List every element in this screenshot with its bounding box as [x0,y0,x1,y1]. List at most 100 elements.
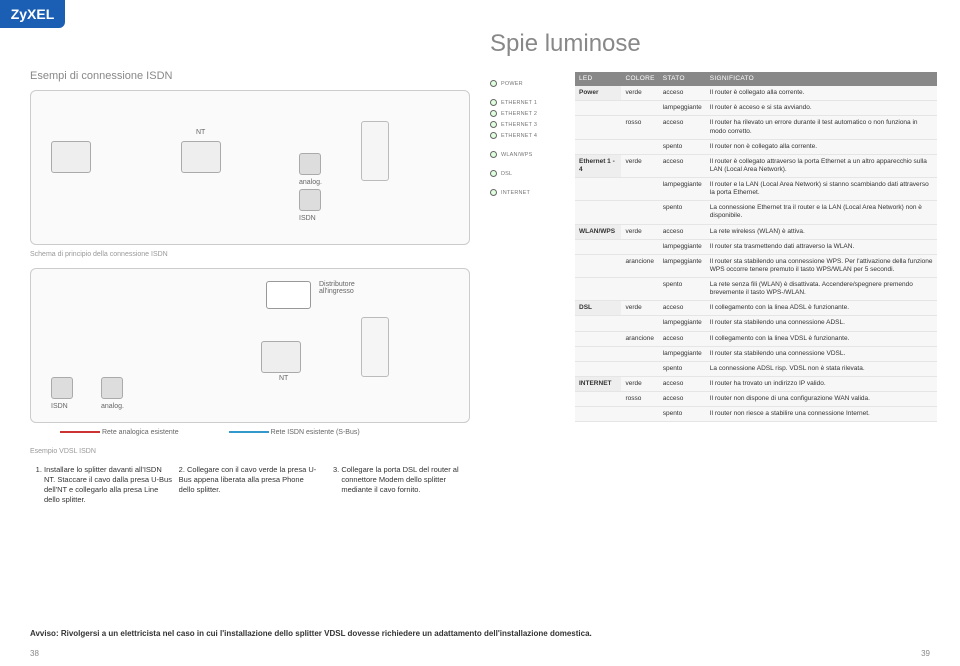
phone-isdn-icon-2 [51,377,73,399]
cell-stato: lampeggiante [659,239,706,254]
router-icon [361,121,389,181]
brand-logo: ZyXEL [0,0,65,28]
cell-led: INTERNET [575,376,621,391]
cell-colore [621,346,658,361]
th-led: LED [575,72,621,86]
step-1: Installare lo splitter davanti all'ISDN … [44,465,173,506]
splitter-icon [266,281,311,309]
diagram-caption-1: Schema di principio della connessione IS… [30,251,470,258]
cell-significato: Il router è collegato attraverso la port… [706,154,937,177]
table-row: Ethernet 1 - 4verdeaccesoIl router è col… [575,154,937,177]
legend-isdn: Rete ISDN esistente (S-Bus) [229,429,360,436]
cell-colore [621,361,658,376]
table-row: rossoaccesoIl router ha rilevato un erro… [575,116,937,139]
cell-stato: spento [659,361,706,376]
led-dot-icon [490,132,497,139]
table-row: spentoLa connessione Ethernet tra il rou… [575,201,937,224]
table-row: DSLverdeaccesoIl collegamento con la lin… [575,301,937,316]
led-eth4: ETHERNET 4 [490,132,568,139]
cell-stato: acceso [659,86,706,101]
cell-led: DSL [575,301,621,316]
cell-significato: Il router e la LAN (Local Area Network) … [706,178,937,201]
table-row: lampeggianteIl router sta trasmettendo d… [575,239,937,254]
cell-led [575,361,621,376]
led-power-label: POWER [501,81,523,87]
legend-analog: Rete analogica esistente [60,429,179,436]
cell-colore: rosso [621,116,658,139]
legend-isdn-text: Rete ISDN esistente (S-Bus) [271,429,360,436]
cell-significato: La connessione ADSL risp. VDSL non è sta… [706,361,937,376]
cell-led [575,116,621,139]
led-table: LED COLORE STATO SIGNIFICATO Powerverdea… [575,72,937,422]
cell-colore: rosso [621,392,658,407]
cell-colore: verde [621,301,658,316]
cell-significato: La connessione Ethernet tra il router e … [706,201,937,224]
cell-significato: Il router non riesce a stabilire una con… [706,407,937,422]
table-head: LED COLORE STATO SIGNIFICATO [575,72,937,86]
cell-significato: Il router è acceso e si sta avviando. [706,101,937,116]
cell-led [575,101,621,116]
th-colore: COLORE [621,72,658,86]
cell-led [575,254,621,277]
nt-label-2: NT [279,375,288,382]
cell-colore [621,101,658,116]
step-2: Collegare con il cavo verde la presa U-B… [179,465,317,494]
cell-led [575,278,621,301]
table-row: WLAN/WPSverdeaccesoLa rete wireless (WLA… [575,224,937,239]
th-significato: SIGNIFICATO [706,72,937,86]
cell-colore [621,239,658,254]
cell-significato: Il router sta trasmettendo dati attraver… [706,239,937,254]
cell-significato: Il collegamento con la linea VDSL è funz… [706,331,937,346]
diagram-isdn-schema: NT analog. ISDN [30,90,470,245]
led-dot-icon [490,151,497,158]
table-row: spentoLa connessione ADSL risp. VDSL non… [575,361,937,376]
cell-significato: Il collegamento con la linea ADSL è funz… [706,301,937,316]
table-row: rossoaccesoIl router non dispone di una … [575,392,937,407]
cell-significato: Il router sta stabilendo una connessione… [706,254,937,277]
cell-led [575,407,621,422]
cell-colore: verde [621,154,658,177]
nt-device-icon [51,141,91,173]
table-row: lampeggianteIl router sta stabilendo una… [575,346,937,361]
cell-colore [621,407,658,422]
cell-colore [621,278,658,301]
legend: Rete analogica esistente Rete ISDN esist… [60,429,470,436]
phone-isdn-icon [299,189,321,211]
cell-colore: verde [621,224,658,239]
cell-led: WLAN/WPS [575,224,621,239]
nt-label: NT [196,129,205,136]
cell-led [575,178,621,201]
cell-colore: arancione [621,331,658,346]
led-eth1: ETHERNET 1 [490,99,568,106]
esempio-label: Esempio VDSL ISDN [30,448,470,455]
cell-stato: lampeggiante [659,346,706,361]
cell-colore: verde [621,86,658,101]
cell-colore [621,316,658,331]
cell-stato: lampeggiante [659,316,706,331]
led-wlan: WLAN/WPS [490,151,568,158]
led-dot-icon [490,189,497,196]
cell-colore [621,178,658,201]
page-title: Spie luminose [490,30,641,58]
section-title: Esempi di connessione ISDN [30,70,470,82]
led-internet: INTERNET [490,189,568,196]
cell-led [575,346,621,361]
page-number-right: 39 [921,649,930,658]
table-row: spentoIl router non riesce a stabilire u… [575,407,937,422]
cell-stato: acceso [659,392,706,407]
table-row: spentoIl router non è collegato alla cor… [575,139,937,154]
th-stato: STATO [659,72,706,86]
cell-stato: spento [659,278,706,301]
cell-colore: arancione [621,254,658,277]
led-eth2: ETHERNET 2 [490,110,568,117]
cell-significato: La rete senza fili (WLAN) è disattivata.… [706,278,937,301]
led-eth3: ETHERNET 3 [490,121,568,128]
cell-colore [621,201,658,224]
led-eth4-label: ETHERNET 4 [501,133,537,139]
table-row: PowerverdeaccesoIl router è collegato al… [575,86,937,101]
led-dsl-label: DSL [501,171,512,177]
red-line-icon [60,431,100,433]
notice: Avviso: Rivolgersi a un elettricista nel… [30,629,930,638]
led-dot-icon [490,170,497,177]
cell-led [575,316,621,331]
